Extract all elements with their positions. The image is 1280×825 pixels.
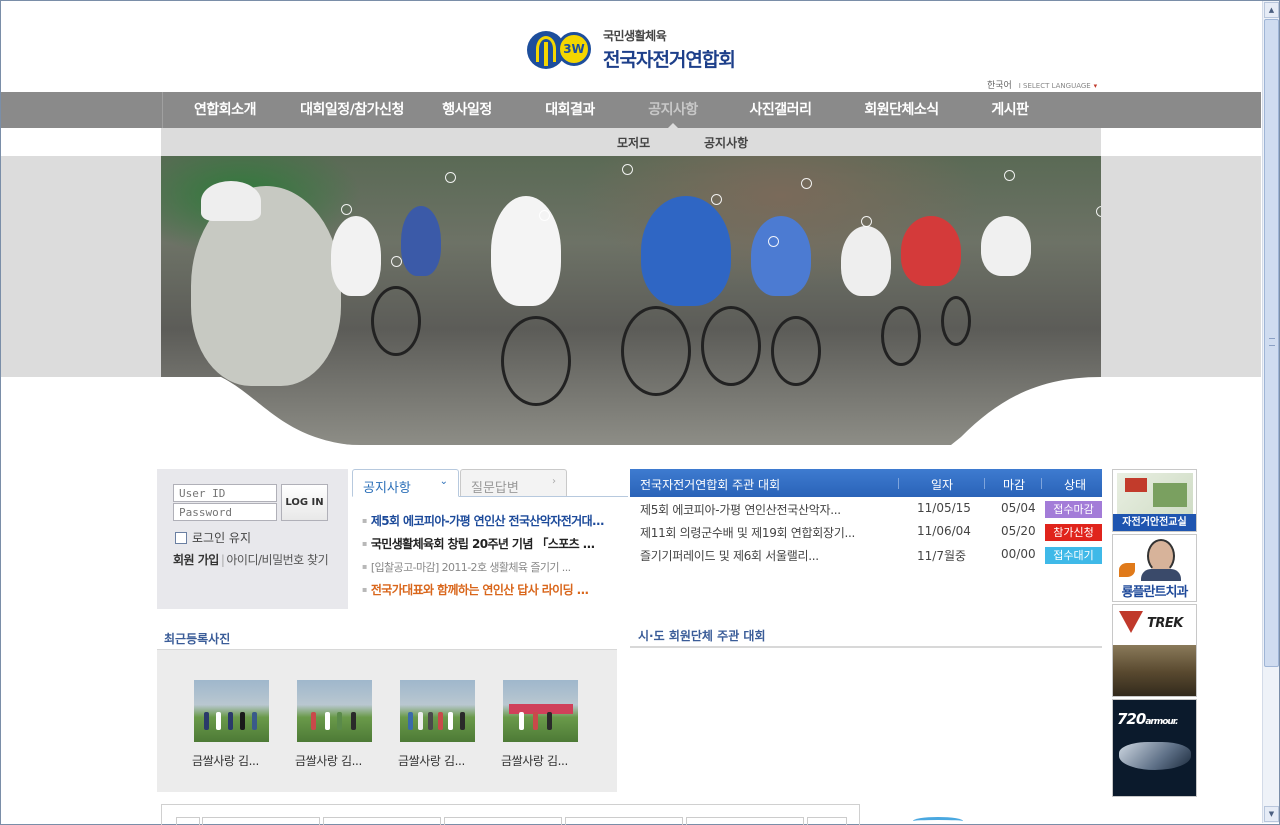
nav-item-board[interactable]: 게시판 — [965, 92, 1055, 128]
chevron-right-icon: › — [552, 476, 556, 487]
tab-qna[interactable]: 질문답변 › — [460, 469, 567, 497]
ad-trek[interactable]: TREK — [1112, 604, 1197, 697]
logo-emblem: 3W — [527, 30, 593, 70]
site-logo[interactable]: 3W 국민생활체육 전국자전거연합회 — [527, 27, 736, 72]
list-item[interactable]: 전국가대표와 함께하는 연인산 답사 라이딩 ... — [362, 580, 626, 603]
banner-bottom-curve — [161, 377, 1101, 445]
join-links: 회원 가입 | 아이디/비밀번호 찾기 — [173, 553, 329, 567]
nav-item-notice[interactable]: 공지사항 — [623, 92, 723, 128]
event-table: 전국자전거연합회 주관 대회 일자 마감 상태 제5회 에코피아-가평 연인산전… — [630, 469, 1102, 566]
ad-dental[interactable]: 룡플란트치과 — [1112, 534, 1197, 602]
list-item[interactable]: 제5회 에코피아-가평 연인산 전국산악자전거대... — [362, 511, 626, 534]
join-link[interactable]: 회원 가입 — [173, 553, 219, 567]
table-row[interactable]: 즐기기퍼레이드 및 제6회 서울랠리... 11/7월중 00/00 접수대기 — [630, 543, 1102, 566]
login-box: LOG IN 로그인 유지 회원 가입|아이디/비밀번호 찾기 — [157, 469, 348, 609]
nav-item-schedule-apply[interactable]: 대회일정/참가신청 — [287, 92, 417, 128]
list-item[interactable]: [입찰공고-마감] 2011-2호 생활체육 즐기기 ... — [362, 557, 626, 580]
status-badge[interactable]: 접수마감 — [1045, 501, 1102, 518]
header-deadline: 마감 — [1003, 478, 1026, 492]
keep-login-label: 로그인 유지 — [192, 531, 252, 545]
keep-login-checkbox[interactable] — [175, 531, 187, 544]
language-selector[interactable]: 한국어 I SELECT LANGUAGE ▾ — [987, 78, 1097, 91]
event-table-header: 전국자전거연합회 주관 대회 일자 마감 상태 — [630, 469, 1102, 497]
logo-subtitle: 국민생활체육 — [603, 29, 667, 43]
scroll-down-icon[interactable]: ▼ — [1264, 806, 1279, 822]
partial-logo — [913, 817, 963, 825]
lang-select-label[interactable]: I SELECT LANGUAGE — [1019, 82, 1091, 90]
photo-thumbnail[interactable]: 금쌀사랑 김... — [192, 680, 269, 768]
bottom-banner-strip — [161, 804, 860, 825]
sunglasses-icon — [1119, 742, 1191, 770]
dropdown-arrow-icon: ▾ — [1093, 82, 1098, 90]
regional-events-title: 시·도 회원단체 주관 대회 — [638, 629, 766, 643]
ad-720armour[interactable]: 720armour. — [1112, 699, 1197, 797]
vertical-scrollbar[interactable]: ▲ ▼ — [1262, 1, 1279, 823]
main-banner — [161, 156, 1101, 445]
find-account-link[interactable]: 아이디/비밀번호 찾기 — [226, 553, 328, 567]
subnav-item-notice[interactable]: 공지사항 — [704, 134, 748, 151]
header-title: 전국자전거연합회 주관 대회 — [640, 478, 781, 492]
list-item[interactable]: 국민생활체육회 창립 20주년 기념 「스포츠 ... — [362, 534, 626, 557]
recent-photos-title: 최근등록사진 — [164, 632, 231, 646]
status-badge[interactable]: 참가신청 — [1045, 524, 1102, 541]
photo-thumbnail[interactable]: 금쌀사랑 김... — [501, 680, 578, 768]
recent-photos: 금쌀사랑 김... 금쌀사랑 김... 금쌀사랑 김... 금쌀사랑 김... — [157, 650, 617, 792]
divider — [630, 646, 1102, 648]
nav-item-gallery[interactable]: 사진갤러리 — [723, 92, 838, 128]
table-row[interactable]: 제5회 에코피아-가평 연인산전국산악자... 11/05/15 05/04 접… — [630, 497, 1102, 520]
trek-logo-icon — [1119, 611, 1143, 633]
user-id-input[interactable] — [173, 484, 277, 502]
scrollbar-thumb[interactable] — [1264, 19, 1279, 667]
nav-item-results[interactable]: 대회결과 — [517, 92, 623, 128]
tab-notice[interactable]: 공지사항 ⌄ — [352, 469, 459, 497]
logo-title: 전국자전거연합회 — [603, 49, 736, 71]
leaf-icon — [1119, 563, 1135, 577]
photo-caption[interactable]: 금쌀사랑 김... — [501, 752, 591, 769]
chevron-down-icon: ⌄ — [439, 476, 448, 487]
lang-korean[interactable]: 한국어 — [987, 81, 1012, 91]
nav-item-events[interactable]: 행사일정 — [417, 92, 517, 128]
notice-list: 제5회 에코피아-가평 연인산 전국산악자전거대... 국민생활체육회 창립 2… — [362, 511, 626, 603]
photo-caption[interactable]: 금쌀사랑 김... — [398, 752, 488, 769]
table-row[interactable]: 제11회 의령군수배 및 제19회 연합회장기... 11/06/04 05/2… — [630, 520, 1102, 543]
login-button[interactable]: LOG IN — [281, 484, 328, 521]
ad-bike-safety[interactable]: 자전거안전교실 — [1112, 469, 1197, 532]
nav-item-member-news[interactable]: 회원단체소식 — [838, 92, 965, 128]
photo-thumbnail[interactable]: 금쌀사랑 김... — [295, 680, 372, 768]
header-date: 일자 — [931, 478, 954, 492]
photo-caption[interactable]: 금쌀사랑 김... — [192, 752, 282, 769]
photo-caption[interactable]: 금쌀사랑 김... — [295, 752, 385, 769]
nav-item-about[interactable]: 연합회소개 — [163, 92, 287, 128]
main-nav: 연합회소개 대회일정/참가신청 행사일정 대회결과 공지사항 사진갤러리 회원단… — [1, 92, 1261, 128]
keep-login[interactable]: 로그인 유지 — [175, 529, 251, 546]
subnav-item-gallery-news[interactable]: 모저모 — [617, 134, 650, 151]
status-badge[interactable]: 접수대기 — [1045, 547, 1102, 564]
photo-thumbnail[interactable]: 금쌀사랑 김... — [398, 680, 475, 768]
sub-nav: 모저모 공지사항 — [161, 128, 1101, 156]
scroll-up-icon[interactable]: ▲ — [1264, 2, 1279, 18]
notice-tabs: 공지사항 ⌄ 질문답변 › — [352, 469, 628, 497]
password-input[interactable] — [173, 503, 277, 521]
header-status: 상태 — [1064, 478, 1087, 492]
